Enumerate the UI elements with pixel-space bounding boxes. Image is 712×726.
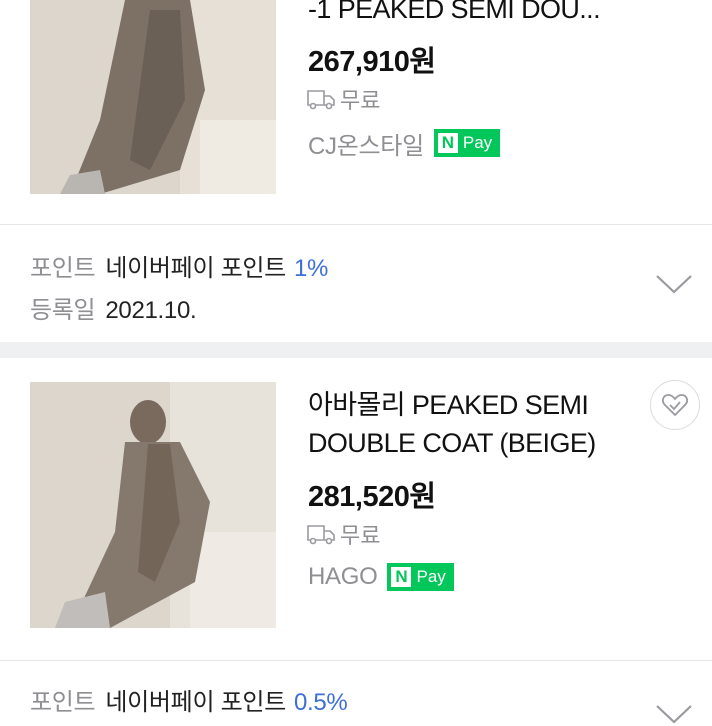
seller-name[interactable]: HAGO <box>308 563 378 591</box>
section-separator <box>0 342 712 358</box>
product-title[interactable]: 아바몰리 PEAKED SEMI DOUBLE COAT (BEIGE) <box>308 386 628 462</box>
npay-pay-text: Pay <box>462 133 493 152</box>
truck-icon <box>307 90 335 110</box>
coat-photo <box>30 0 276 194</box>
product-card-1[interactable]: -1 PEAKED SEMI DOU... 267,910원 무료 CJ온스타일… <box>0 0 712 224</box>
npay-n-logo: N <box>437 133 458 153</box>
product-card-2[interactable]: 아바몰리 PEAKED SEMI DOUBLE COAT (BEIGE) 281… <box>0 360 712 660</box>
product-price: 281,520원 <box>308 481 436 513</box>
divider <box>0 660 712 661</box>
point-rate: 1% <box>293 255 329 282</box>
shipping-text: 무료 <box>340 88 381 113</box>
registration-row: 등록일 2021.10. <box>30 290 197 325</box>
wishlist-button[interactable] <box>650 380 700 430</box>
product-image[interactable] <box>30 0 276 194</box>
npay-pay-text: Pay <box>416 567 446 586</box>
product-price: 267,910원 <box>308 46 436 78</box>
seller-name[interactable]: CJ온스타일 <box>308 126 424 161</box>
npay-n-logo: N <box>391 567 412 587</box>
seller-info: CJ온스타일 N Pay <box>308 126 501 161</box>
truck-icon <box>307 525 335 545</box>
shipping-text: 무료 <box>340 523 381 548</box>
heart-icon <box>662 394 688 417</box>
point-label: 포인트 <box>30 255 96 282</box>
point-row: 포인트 네이버페이 포인트 1% <box>30 248 328 283</box>
point-text: 네이버페이 포인트 <box>105 255 286 282</box>
chevron-down-icon[interactable] <box>654 702 694 726</box>
divider <box>0 224 712 225</box>
seller-info: HAGO N Pay <box>308 562 454 592</box>
registration-date: 2021.10. <box>105 297 197 324</box>
shipping-info: 무료 <box>306 84 380 114</box>
coat-photo <box>30 382 276 628</box>
product-title[interactable]: -1 PEAKED SEMI DOU... <box>308 0 628 28</box>
product-image[interactable] <box>30 382 276 628</box>
npay-badge: N Pay <box>387 563 454 591</box>
chevron-down-icon[interactable] <box>654 272 694 296</box>
registration-label: 등록일 <box>30 297 96 324</box>
npay-badge: N Pay <box>433 129 501 157</box>
shipping-info: 무료 <box>306 519 380 549</box>
